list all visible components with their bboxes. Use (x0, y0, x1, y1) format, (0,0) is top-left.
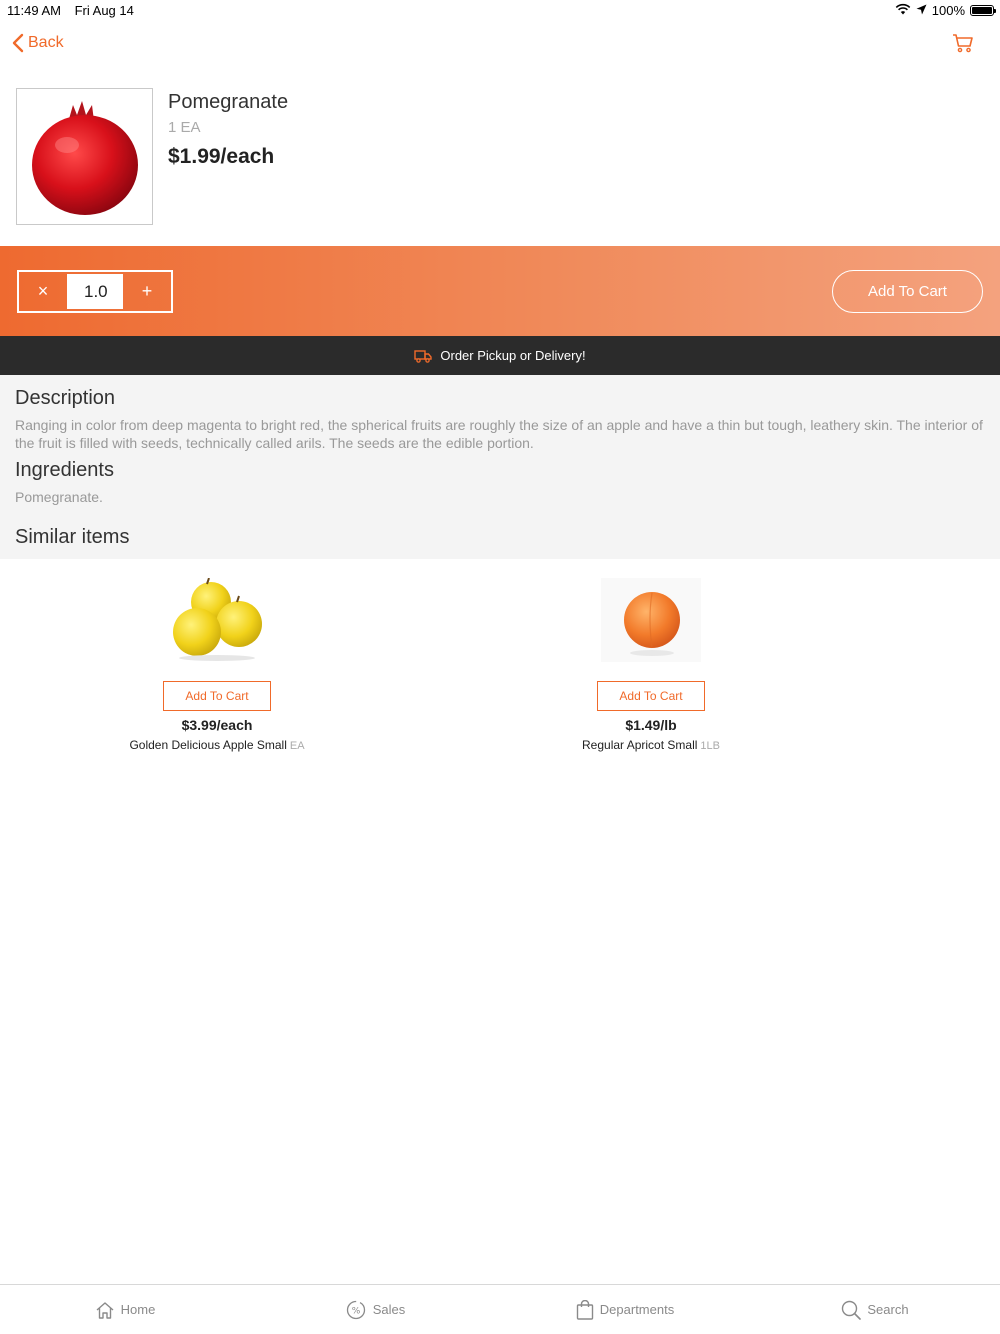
similar-item-image[interactable] (596, 575, 706, 665)
cart-icon (953, 34, 973, 53)
back-label: Back (28, 34, 64, 51)
tab-departments[interactable]: Departments (500, 1285, 750, 1334)
similar-item[interactable]: Add To Cart $3.99/each Golden Delicious … (67, 575, 367, 752)
status-bar: 11:49 AM Fri Aug 14 100% (0, 0, 1000, 22)
svg-text:%: % (351, 1306, 360, 1316)
increment-button[interactable]: + (123, 272, 171, 311)
similar-item-add-button[interactable]: Add To Cart (597, 681, 705, 711)
status-date: Fri Aug 14 (74, 3, 134, 18)
tab-home[interactable]: Home (0, 1285, 250, 1334)
nav-bar: Back (0, 28, 1000, 64)
similar-item-image[interactable] (162, 575, 272, 665)
quantity-input[interactable] (67, 274, 123, 309)
product-image (16, 88, 153, 225)
ingredients-text: Pomegranate. (15, 489, 103, 505)
similar-item-price: $3.99/each (181, 717, 253, 733)
location-arrow-icon (916, 3, 927, 18)
truck-icon (414, 349, 433, 363)
status-bar-left: 11:49 AM Fri Aug 14 (7, 3, 134, 18)
tab-search-label: Search (867, 1302, 909, 1317)
back-button[interactable]: Back (12, 33, 64, 53)
details-section: Description Ranging in color from deep m… (0, 375, 1000, 559)
similar-items-heading: Similar items (15, 526, 130, 548)
tab-sales-label: Sales (372, 1302, 406, 1317)
wifi-icon (895, 3, 911, 18)
add-to-cart-button[interactable]: Add To Cart (832, 270, 983, 313)
similar-item-unit: EA (289, 740, 305, 752)
status-bar-right: 100% (895, 3, 996, 18)
battery-percent: 100% (931, 3, 965, 18)
description-heading: Description (15, 387, 116, 409)
apricot-image (601, 578, 701, 662)
home-icon (96, 1301, 114, 1319)
product-unit: 1 EA (168, 119, 201, 136)
pickup-delivery-banner[interactable]: Order Pickup or Delivery! (0, 336, 1000, 375)
similar-item-add-button[interactable]: Add To Cart (163, 681, 271, 711)
pickup-label: Order Pickup or Delivery! (440, 348, 586, 363)
quantity-band: × + Add To Cart (0, 246, 1000, 336)
similar-item-name: Golden Delicious Apple Small (129, 738, 287, 752)
similar-item-price: $1.49/lb (625, 717, 677, 733)
similar-item-name: Regular Apricot Small (582, 738, 698, 752)
similar-item[interactable]: Add To Cart $1.49/lb Regular Apricot Sma… (501, 575, 801, 752)
search-icon (842, 1300, 862, 1320)
quantity-stepper: × + (17, 270, 173, 313)
tab-bar: Home % Sales Departments Search (0, 1284, 1000, 1334)
sales-icon: % (346, 1300, 365, 1319)
description-text: Ranging in color from deep magenta to br… (15, 417, 983, 451)
tab-home-label: Home (120, 1302, 156, 1317)
tab-sales[interactable]: % Sales (250, 1285, 500, 1334)
product-name: Pomegranate (168, 91, 289, 113)
ingredients-heading: Ingredients (15, 459, 114, 481)
shopping-bag-icon (576, 1299, 593, 1320)
cart-button[interactable] (952, 33, 974, 58)
similar-item-name-row: Regular Apricot Small 1LB (501, 738, 801, 752)
status-time: 11:49 AM (7, 3, 61, 18)
similar-item-unit: 1LB (700, 740, 720, 752)
similar-item-name-row: Golden Delicious Apple Small EA (67, 738, 367, 752)
tab-departments-label: Departments (599, 1302, 675, 1317)
chevron-left-icon (12, 33, 24, 53)
decrement-button[interactable]: × (19, 272, 67, 311)
pomegranate-image (31, 100, 138, 215)
yellow-apples-image (173, 578, 262, 661)
product-price: $1.99/each (168, 145, 275, 168)
battery-icon (970, 5, 996, 16)
tab-search[interactable]: Search (750, 1285, 1000, 1334)
